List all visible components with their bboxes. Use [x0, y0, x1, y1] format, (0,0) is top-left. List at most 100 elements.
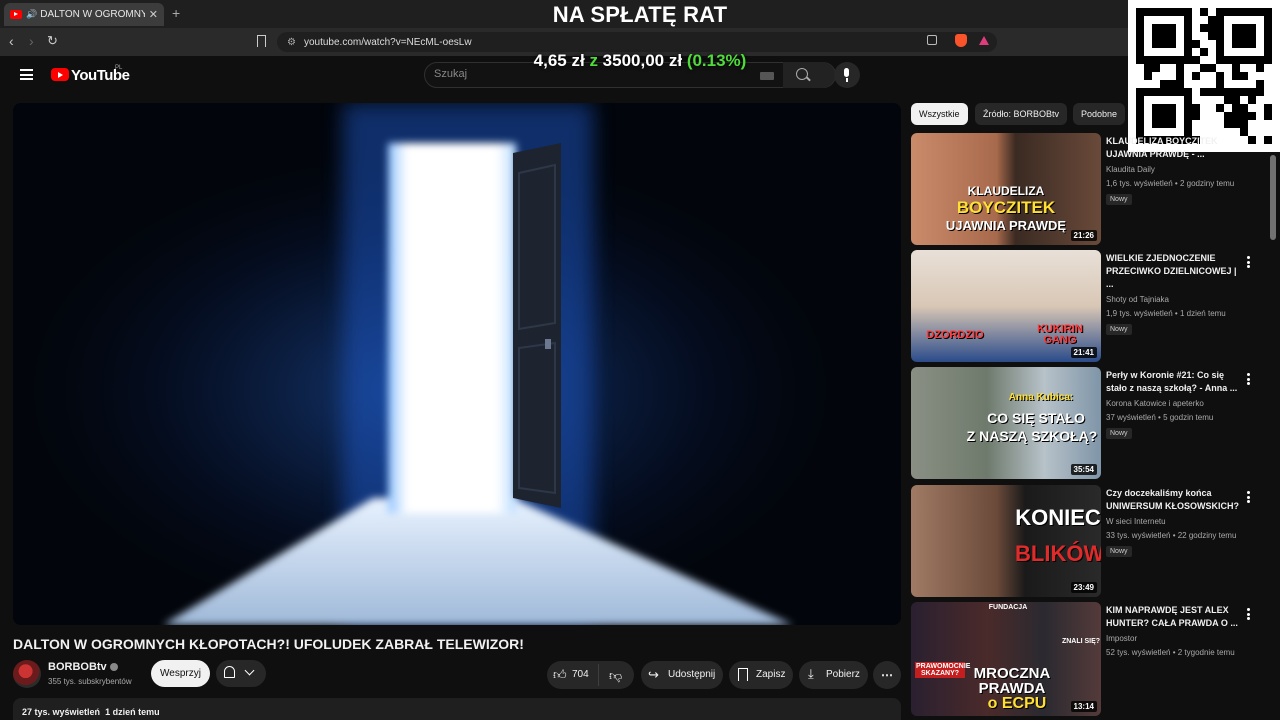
rec-age: 5 godzin temu — [1163, 413, 1214, 422]
open-in-app-icon[interactable] — [927, 35, 937, 45]
duration-badge: 21:26 — [1070, 230, 1097, 241]
rec-title[interactable]: KIM NAPRAWDĘ JEST ALEX HUNTER? CAŁA PRAW… — [1106, 604, 1241, 630]
chip-source[interactable]: Źródło: BORBOBtv — [975, 103, 1068, 125]
rec-channel[interactable]: Impostor — [1106, 634, 1241, 643]
rec-title[interactable]: WIELKIE ZJEDNOCZENIE PRZECIWKO DZIELNICO… — [1106, 252, 1241, 291]
thumb-line: Anna Kubica: — [1008, 392, 1074, 403]
rec-age: 22 godziny temu — [1177, 531, 1237, 540]
rec-meta: 52 tys. wyświetleń • 2 tygodnie temu — [1106, 648, 1235, 657]
thumb-line: PRAWOMOCNIE SKAZANY? — [915, 662, 971, 678]
new-badge: Nowy — [1106, 194, 1132, 205]
sidebar-scrollbar[interactable] — [1270, 155, 1276, 240]
youtube-logo-icon[interactable] — [51, 68, 69, 81]
channel-avatar[interactable] — [13, 660, 41, 688]
more-actions-button[interactable]: ⋯ — [873, 661, 901, 689]
rec-views: 37 wyświetleń — [1106, 413, 1156, 422]
thumb-line: Z NASZĄ SZKOŁĄ? — [966, 428, 1098, 444]
chip-all[interactable]: Wszystkie — [911, 103, 968, 125]
list-item[interactable]: Anna Kubica: CO SIĘ STAŁO Z NASZĄ SZKOŁĄ… — [911, 367, 1271, 479]
video-thumbnail[interactable]: KLAUDELIZA BOYCZITEK UJAWNIA PRAWDĘ 21:2… — [911, 133, 1101, 245]
donation-separator: z — [589, 51, 598, 70]
share-label: Udostępnij — [668, 669, 716, 680]
donation-percent: (0.13%) — [686, 51, 747, 70]
bookmark-icon[interactable] — [257, 35, 266, 47]
like-icon[interactable]: 👍︎ — [553, 667, 567, 683]
stream-overlay-title: NA SPŁATĘ RAT — [552, 2, 728, 27]
thumb-line: FUNDACJA — [988, 604, 1028, 611]
site-info-icon[interactable]: ⚙ — [287, 37, 296, 48]
bell-icon[interactable] — [224, 666, 235, 678]
download-icon: ⤓ — [808, 666, 814, 681]
thumb-line: CO SIĘ STAŁO — [987, 410, 1085, 426]
list-item[interactable]: KLAUDELIZA BOYCZITEK UJAWNIA PRAWDĘ 21:2… — [911, 133, 1271, 245]
forward-icon[interactable]: › — [29, 33, 34, 49]
rec-title[interactable]: Perły w Koronie #21: Co się stało z nasz… — [1106, 369, 1241, 395]
thumb-line: MROCZNA PRAWDA — [973, 665, 1051, 697]
video-thumbnail[interactable]: DZORDZIO KUKIRIN GANG 21:41 — [911, 250, 1101, 362]
view-count: 27 tys. wyświetleń — [22, 707, 101, 717]
more-options-icon[interactable] — [1247, 608, 1250, 620]
thumb-line: KONIEC — [1015, 505, 1101, 530]
reload-icon[interactable]: ↻ — [47, 33, 58, 49]
rec-meta: 1,9 tys. wyświetleń • 1 dzień temu — [1106, 309, 1226, 318]
save-icon — [738, 668, 748, 681]
like-divider — [598, 664, 599, 686]
rec-meta: 37 wyświetleń • 5 godzin temu — [1106, 413, 1214, 422]
channel-name-text[interactable]: BORBOBtv — [48, 661, 107, 673]
qr-code-pattern — [1136, 8, 1272, 144]
thumb-line: DZORDZIO — [926, 329, 984, 341]
chip-related[interactable]: Podobne — [1073, 103, 1126, 125]
thumb-line: ZNALI SIĘ? — [1061, 638, 1101, 645]
rec-views: 1,6 tys. wyświetleń — [1106, 179, 1173, 188]
like-count[interactable]: 704 — [572, 669, 589, 680]
more-options-icon[interactable] — [1247, 373, 1250, 385]
rec-channel[interactable]: Klaudita Daily — [1106, 165, 1241, 174]
dislike-icon[interactable]: 👎︎ — [609, 668, 622, 684]
menu-icon[interactable] — [20, 69, 33, 80]
rec-title[interactable]: KLAUDELIZA BOYCZITEK UJAWNIA PRAWDĘ - ..… — [1106, 135, 1241, 161]
brave-shield-icon[interactable] — [955, 34, 967, 47]
rec-views: 1,9 tys. wyświetleń — [1106, 309, 1173, 318]
rec-channel[interactable]: Korona Katowice i apeterko — [1106, 399, 1241, 408]
duration-badge: 21:41 — [1070, 347, 1097, 358]
brave-rewards-icon[interactable] — [979, 36, 989, 45]
rec-views: 52 tys. wyświetleń — [1106, 648, 1171, 657]
posted-time: 1 dzień temu — [105, 707, 160, 717]
new-badge: Nowy — [1106, 546, 1132, 557]
rec-channel[interactable]: W sieci Internetu — [1106, 517, 1241, 526]
list-item[interactable]: DZORDZIO KUKIRIN GANG 21:41 WIELKIE ZJED… — [911, 250, 1271, 362]
rec-channel[interactable]: Shoty od Tajniaka — [1106, 295, 1241, 304]
address-bar[interactable]: ⚙ youtube.com/watch?v=NEcML-oesLw — [277, 32, 997, 52]
rec-views: 33 tys. wyświetleń — [1106, 531, 1171, 540]
back-icon[interactable]: ‹ — [9, 33, 14, 49]
video-thumbnail[interactable]: KONIEC BLIKÓW 23:49 — [911, 485, 1101, 597]
rec-age: 2 godziny temu — [1179, 179, 1235, 188]
new-badge: Nowy — [1106, 324, 1132, 335]
list-item[interactable]: KONIEC BLIKÓW 23:49 Czy doczekaliśmy koń… — [911, 485, 1271, 597]
more-options-icon[interactable] — [1247, 256, 1250, 268]
video-title: DALTON W OGROMNYCH KŁOPOTACH?! UFOLUDEK … — [13, 636, 524, 652]
support-button[interactable]: Wesprzyj — [151, 660, 210, 687]
verified-icon — [109, 663, 118, 672]
download-label: Pobierz — [826, 669, 860, 680]
donation-goal-overlay: 4,65 zł z 3500,00 zł (0.13%) — [440, 51, 840, 71]
thumb-line: BLIKÓW — [1015, 541, 1101, 566]
list-item[interactable]: FUNDACJA PRAWOMOCNIE SKAZANY? MROCZNA PR… — [911, 602, 1271, 716]
url-text: youtube.com/watch?v=NEcML-oesLw — [303, 36, 472, 48]
video-thumbnail[interactable]: FUNDACJA PRAWOMOCNIE SKAZANY? MROCZNA PR… — [911, 602, 1101, 716]
rec-meta: 33 tys. wyświetleń • 22 godziny temu — [1106, 531, 1237, 540]
duration-badge: 13:14 — [1070, 701, 1097, 712]
channel-name[interactable]: BORBOBtv — [48, 661, 118, 673]
video-thumbnail[interactable]: Anna Kubica: CO SIĘ STAŁO Z NASZĄ SZKOŁĄ… — [911, 367, 1101, 479]
new-badge: Nowy — [1106, 428, 1132, 439]
more-options-icon[interactable] — [1247, 491, 1250, 503]
rec-meta: 1,6 tys. wyświetleń • 2 godziny temu — [1106, 179, 1235, 188]
rec-title[interactable]: Czy doczekaliśmy końca UNIWERSUM KŁOSOWS… — [1106, 487, 1241, 513]
keyboard-icon[interactable] — [760, 72, 774, 80]
rec-age: 1 dzień temu — [1179, 309, 1226, 318]
video-player[interactable] — [13, 103, 901, 625]
thumb-line: BOYCZITEK — [956, 198, 1056, 217]
video-description-bar[interactable]: 27 tys. wyświetleń 1 dzień temu — [13, 698, 901, 720]
thumb-line: KLAUDELIZA — [967, 184, 1045, 198]
donation-amount: 4,65 zł — [533, 51, 585, 70]
